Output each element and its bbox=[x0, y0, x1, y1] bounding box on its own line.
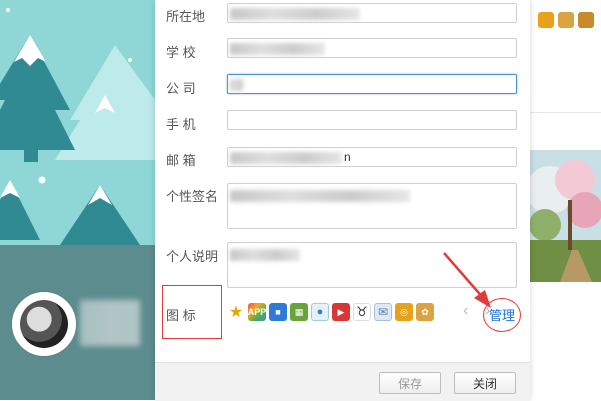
landscape-painting bbox=[530, 150, 601, 282]
nickname-blurred bbox=[80, 300, 140, 346]
cow-icon[interactable]: ♉ bbox=[353, 303, 371, 321]
camera-icon[interactable]: ■ bbox=[269, 303, 287, 321]
location-label: 所在地 bbox=[166, 9, 206, 24]
coin-icon[interactable]: ◎ bbox=[395, 303, 413, 321]
dog-icon bbox=[578, 12, 594, 28]
about-value-blurred bbox=[230, 249, 300, 261]
phone-label: 手 机 bbox=[166, 117, 196, 132]
app-icon[interactable]: APP bbox=[248, 303, 266, 321]
icons-prev-arrow[interactable]: ‹ bbox=[463, 302, 468, 320]
about-field[interactable] bbox=[227, 242, 517, 288]
company-value-blurred bbox=[230, 79, 244, 91]
signature-field[interactable] bbox=[227, 183, 517, 229]
icons-label: 图 标 bbox=[166, 308, 196, 323]
left-background bbox=[0, 0, 155, 400]
eye-icon[interactable]: ● bbox=[311, 303, 329, 321]
coin-icon bbox=[538, 12, 554, 28]
icon-strip: ★ APP ■ ▦ ● ▶ ♉ ✉ ◎ ✿ bbox=[227, 303, 434, 321]
landscape-photo bbox=[530, 150, 601, 282]
video-icon[interactable]: ▶ bbox=[332, 303, 350, 321]
close-button[interactable]: 关闭 bbox=[454, 372, 516, 394]
dog-icon[interactable]: ✿ bbox=[416, 303, 434, 321]
edit-profile-dialog: 所在地 学 校 公 司 手 机 邮 箱 n 个性签名 个人说明 图 标 ★ AP… bbox=[155, 0, 530, 401]
gift-icon[interactable]: ▦ bbox=[290, 303, 308, 321]
company-label: 公 司 bbox=[166, 81, 196, 96]
company-field[interactable] bbox=[227, 74, 517, 94]
mail-icon[interactable]: ✉ bbox=[374, 303, 392, 321]
email-field[interactable]: n bbox=[227, 147, 517, 167]
signature-value-blurred bbox=[230, 190, 410, 202]
avatar-image bbox=[20, 300, 68, 348]
dialog-footer: 保存 关闭 bbox=[155, 362, 530, 401]
school-value-blurred bbox=[230, 43, 325, 55]
signature-label: 个性签名 bbox=[166, 189, 219, 204]
location-value-blurred bbox=[230, 8, 360, 20]
save-button[interactable]: 保存 bbox=[379, 372, 441, 394]
right-badge-icons bbox=[538, 12, 594, 28]
divider bbox=[530, 112, 601, 113]
phone-field[interactable] bbox=[227, 110, 517, 130]
user-avatar[interactable] bbox=[12, 292, 76, 356]
location-field[interactable] bbox=[227, 3, 517, 23]
about-label: 个人说明 bbox=[166, 249, 219, 264]
star-icon[interactable]: ★ bbox=[227, 303, 245, 321]
email-suffix: n bbox=[344, 150, 351, 164]
email-label: 邮 箱 bbox=[166, 153, 196, 168]
school-label: 学 校 bbox=[166, 45, 196, 60]
manage-icons-link[interactable]: 管理 bbox=[489, 305, 515, 324]
email-value-blurred bbox=[230, 152, 342, 164]
school-field[interactable] bbox=[227, 38, 517, 58]
dog-icon bbox=[558, 12, 574, 28]
